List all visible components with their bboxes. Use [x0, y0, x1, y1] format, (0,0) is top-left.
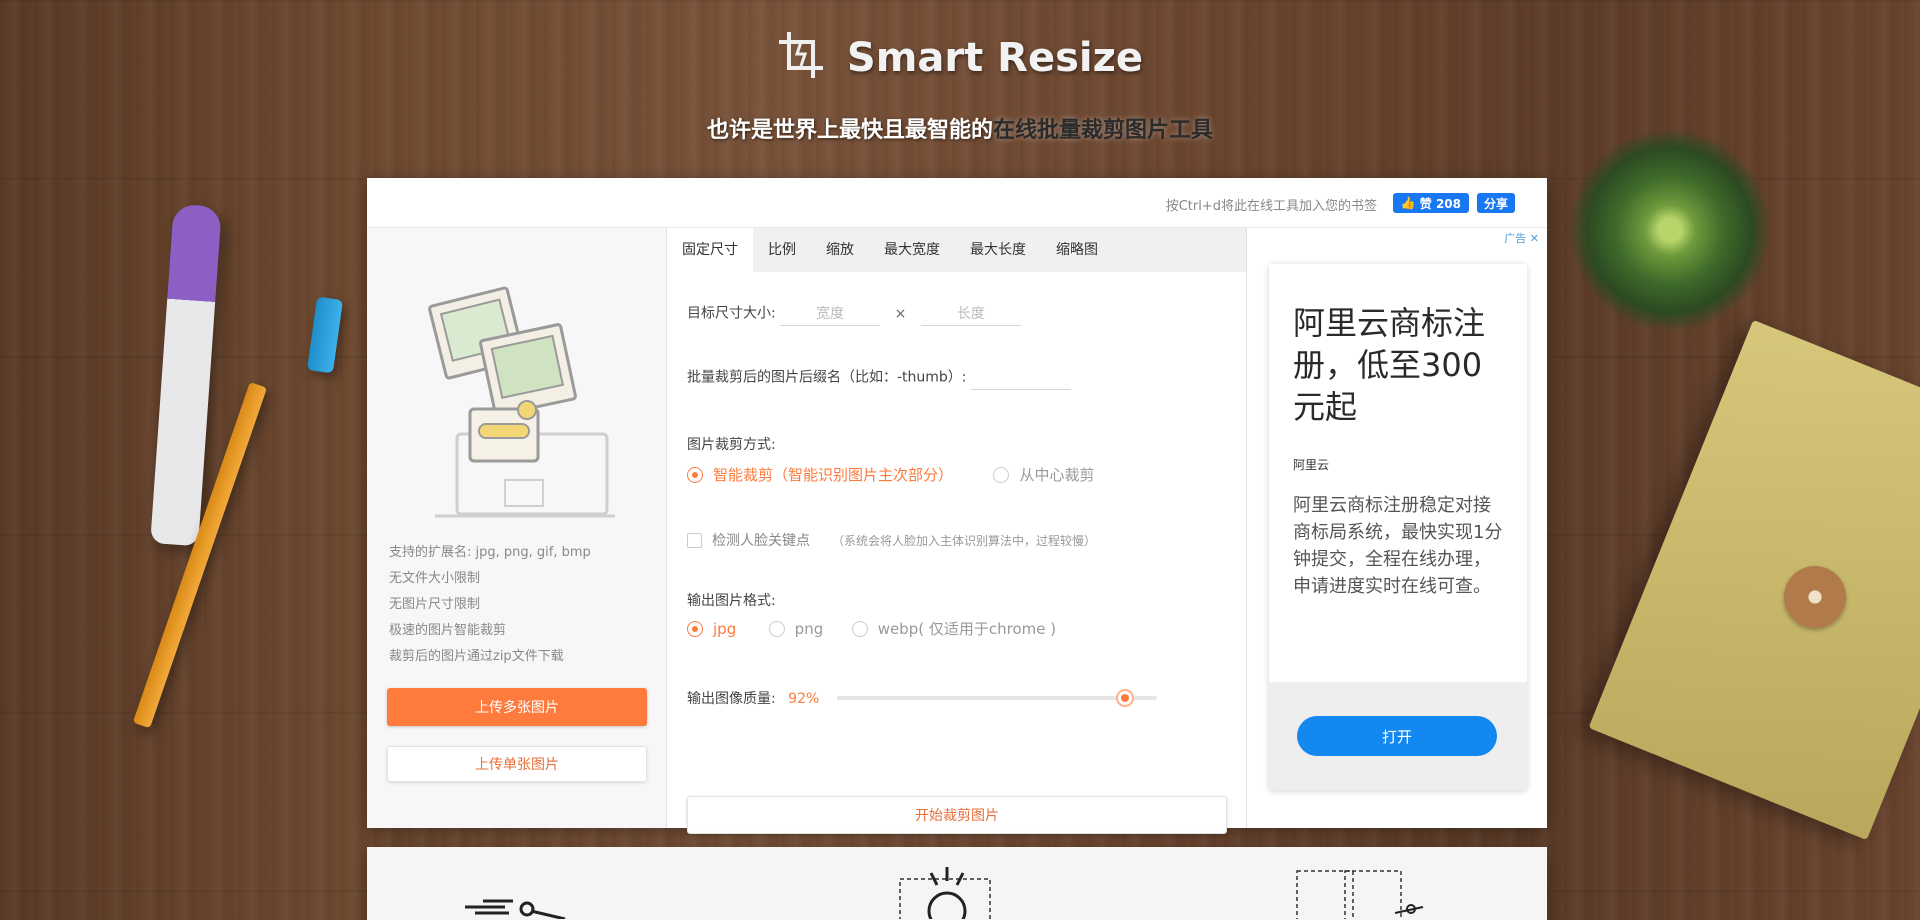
height-input[interactable] — [920, 302, 1021, 326]
radio-dot-icon — [687, 466, 703, 483]
card-topbar: 按Ctrl+d将此在线工具加入您的书签 👍 赞 208 分享 — [367, 178, 1547, 228]
feature-item: 支持的扩展名: jpg, png, gif, bmp — [389, 545, 591, 560]
feature-item: 裁剪后的图片通过zip文件下载 — [389, 649, 564, 664]
tagline: 也许是世界上最快且最智能的在线批量裁剪图片工具 — [0, 112, 1920, 144]
feature-item: 极速的图片智能裁剪 — [389, 623, 507, 638]
ad-description: 阿里云商标注册稳定对接商标局系统，最快实现1分钟提交，全程在线办理，申请进度实时… — [1293, 495, 1503, 597]
ad-tag[interactable]: 广告 ✕ — [1504, 230, 1539, 246]
facebook-share-button[interactable]: 分享 — [1476, 193, 1515, 213]
crop-smart-radio[interactable]: 智能裁剪（智能识别图片主次部分） — [687, 464, 953, 485]
format-webp-radio[interactable]: webp( 仅适用于chrome ) — [851, 618, 1057, 639]
upload-panel: 支持的扩展名: jpg, png, gif, bmp 无文件大小限制 无图片尺寸… — [367, 228, 667, 828]
purple-marker-decoration — [150, 203, 222, 547]
lightbulb-icon — [899, 867, 991, 919]
site-logo[interactable]: Smart Resize — [0, 30, 1920, 90]
crop-icon — [777, 30, 825, 90]
tab-max-width[interactable]: 最大宽度 — [869, 228, 955, 272]
checkbox-box-icon — [687, 532, 702, 548]
tab-fixed-size[interactable]: 固定尺寸 — [667, 228, 753, 272]
suffix-row: 批量裁剪后的图片后缀名（比如：-thumb）: — [687, 366, 1071, 390]
format-png-radio[interactable]: png — [768, 619, 824, 638]
format-webp-label: webp( 仅适用于chrome ) — [877, 620, 1057, 638]
quality-slider-track — [837, 696, 1125, 700]
target-size-label: 目标尺寸大小: — [687, 305, 776, 322]
face-detect-note: （系统会将人脸加入主体识别算法中，过程较慢） — [832, 533, 1097, 548]
crop-center-radio[interactable]: 从中心裁剪 — [993, 464, 1094, 485]
upload-single-button[interactable]: 上传单张图片 — [387, 746, 647, 782]
thumbs-up-icon: 👍 — [1400, 196, 1416, 210]
quality-value: 92% — [788, 691, 820, 707]
quality-label: 输出图像质量: — [687, 691, 776, 707]
facebook-like-button[interactable]: 👍 赞 208 — [1392, 193, 1469, 213]
close-icon[interactable]: ✕ — [1530, 232, 1539, 245]
crop-center-label: 从中心裁剪 — [1019, 466, 1095, 484]
fb-like-label: 赞 208 — [1419, 196, 1461, 211]
ad-title[interactable]: 阿里云商标注册，低至300元起 — [1293, 302, 1513, 428]
tagline-highlight: 在线批量裁剪图片工具 — [993, 118, 1214, 143]
tab-ratio[interactable]: 比例 — [753, 228, 811, 272]
quality-slider[interactable] — [837, 689, 1157, 707]
envelope-button-decoration — [1784, 566, 1846, 628]
format-label: 输出图片格式: — [687, 593, 776, 609]
radio-dot-icon — [768, 620, 785, 637]
radio-dot-icon — [687, 620, 703, 637]
speed-scissors-icon — [465, 899, 566, 919]
tab-thumbnail[interactable]: 缩略图 — [1041, 228, 1113, 272]
suffix-label: 批量裁剪后的图片后缀名（比如：-thumb）: — [687, 369, 967, 386]
settings-panel: 固定尺寸 比例 缩放 最大宽度 最大长度 缩略图 目标尺寸大小: × 批量裁剪后… — [667, 228, 1247, 834]
feature-list: 支持的扩展名: jpg, png, gif, bmp 无文件大小限制 无图片尺寸… — [389, 540, 591, 670]
face-detect-label: 检测人脸关键点 — [712, 533, 810, 549]
face-detect-row: 检测人脸关键点 （系统会将人脸加入主体识别算法中，过程较慢） — [687, 530, 1096, 552]
quality-row: 输出图像质量: 92% — [687, 688, 1227, 708]
main-card: 按Ctrl+d将此在线工具加入您的书签 👍 赞 208 分享 支持的扩展名: j… — [367, 178, 1547, 834]
format-options: jpg png webp( 仅适用于chrome ) — [687, 618, 1092, 641]
ad-tag-label: 广告 — [1504, 232, 1527, 245]
mode-tabs: 固定尺寸 比例 缩放 最大宽度 最大长度 缩略图 — [667, 228, 1246, 272]
ad-brand: 阿里云 — [1293, 458, 1330, 472]
succulent-plant-decoration — [1570, 130, 1770, 330]
radio-dot-icon — [993, 466, 1010, 483]
format-jpg-label: jpg — [713, 619, 737, 638]
crop-mode-options: 智能裁剪（智能识别图片主次部分） 从中心裁剪 — [687, 464, 1130, 487]
face-detect-checkbox[interactable]: 检测人脸关键点 （系统会将人脸加入主体识别算法中，过程较慢） — [687, 530, 1096, 550]
tab-max-length[interactable]: 最大长度 — [955, 228, 1041, 272]
ad-panel: 广告 ✕ 阿里云商标注册，低至300元起 阿里云 阿里云商标注册稳定对接商标局系… — [1247, 228, 1547, 828]
envelope-decoration — [1588, 319, 1920, 841]
pen-cap-decoration — [306, 296, 344, 374]
feature-item: 无图片尺寸限制 — [389, 597, 481, 612]
times-sign: × — [894, 305, 907, 322]
pencil-decoration — [132, 382, 268, 729]
format-jpg-radio[interactable]: jpg — [687, 620, 736, 638]
ad-footer: 打开 — [1269, 682, 1527, 790]
crop-mode-label: 图片裁剪方式: — [687, 437, 776, 453]
bookmark-hint: 按Ctrl+d将此在线工具加入您的书签 — [1165, 199, 1377, 214]
radio-dot-icon — [851, 620, 868, 637]
suffix-input[interactable] — [970, 366, 1071, 390]
width-input[interactable] — [780, 302, 881, 326]
feature-item: 无文件大小限制 — [389, 571, 481, 586]
ad-card[interactable]: 阿里云商标注册，低至300元起 阿里云 阿里云商标注册稳定对接商标局系统，最快实… — [1269, 264, 1527, 790]
tagline-prefix: 也许是世界上最快且最智能的 — [706, 118, 993, 143]
brand-name: Smart Resize — [846, 35, 1144, 81]
quality-slider-handle[interactable] — [1116, 689, 1134, 707]
crop-smart-label: 智能裁剪（智能识别图片主次部分） — [713, 466, 954, 484]
format-png-label: png — [794, 619, 824, 638]
features-card — [367, 847, 1547, 920]
ad-open-button[interactable]: 打开 — [1297, 716, 1497, 756]
crop-frames-icon — [1296, 870, 1424, 919]
upload-illustration-icon — [428, 286, 615, 518]
upload-multiple-button[interactable]: 上传多张图片 — [387, 688, 647, 726]
tab-scale[interactable]: 缩放 — [811, 228, 869, 272]
start-crop-button[interactable]: 开始裁剪图片 — [687, 796, 1227, 834]
target-size-row: 目标尺寸大小: × — [687, 302, 1021, 326]
